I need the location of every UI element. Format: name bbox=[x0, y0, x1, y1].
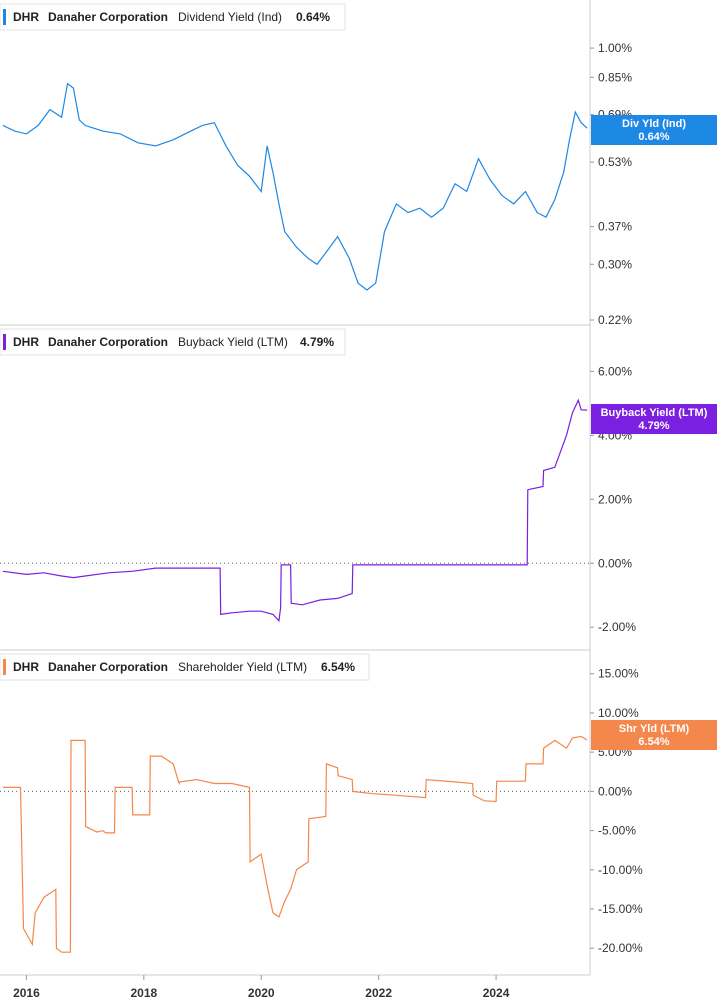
shareholder-y-tick-label: 0.00% bbox=[598, 784, 632, 798]
x-tick-label: 2020 bbox=[248, 986, 275, 1000]
dividend-legend-ticker: DHR bbox=[13, 10, 39, 24]
shareholder-badge-value: 6.54% bbox=[638, 736, 669, 748]
shareholder-y-tick-label: -20.00% bbox=[598, 941, 643, 955]
dividend-y-tick-label: 0.53% bbox=[598, 155, 632, 169]
shareholder-panel: 15.00%10.00%5.00%0.00%-5.00%-10.00%-15.0… bbox=[0, 653, 717, 955]
x-tick-label: 2016 bbox=[13, 986, 40, 1000]
buyback-legend-swatch bbox=[3, 334, 6, 350]
x-tick-label: 2018 bbox=[130, 986, 157, 1000]
shareholder-y-ticks: 15.00%10.00%5.00%0.00%-5.00%-10.00%-15.0… bbox=[590, 667, 643, 955]
dividend-y-ticks: 1.00%0.85%0.69%0.53%0.37%0.30%0.22% bbox=[590, 41, 632, 327]
dividend-panel: 1.00%0.85%0.69%0.53%0.37%0.30%0.22% DHR … bbox=[0, 3, 717, 327]
dividend-y-tick-label: 0.30% bbox=[598, 257, 632, 271]
buyback-legend-ticker: DHR bbox=[13, 335, 39, 349]
shareholder-legend-ticker: DHR bbox=[13, 660, 39, 674]
x-tick-label: 2024 bbox=[483, 986, 510, 1000]
shareholder-legend-metric: Shareholder Yield (LTM) bbox=[178, 660, 307, 674]
buyback-legend-metric: Buyback Yield (LTM) bbox=[178, 335, 288, 349]
buyback-legend-value: 4.79% bbox=[300, 335, 334, 349]
dividend-y-tick-label: 0.37% bbox=[598, 220, 632, 234]
buyback-badge-value: 4.79% bbox=[638, 420, 669, 432]
dividend-badge-value: 0.64% bbox=[638, 131, 669, 143]
buyback-y-tick-label: -2.00% bbox=[598, 620, 636, 634]
shareholder-legend: DHR Danaher Corporation Shareholder Yiel… bbox=[0, 653, 370, 681]
buyback-yield-line bbox=[2, 398, 588, 623]
x-tick-label: 2022 bbox=[365, 986, 392, 1000]
shareholder-legend-swatch bbox=[3, 659, 6, 675]
dividend-y-tick-label: 0.22% bbox=[598, 313, 632, 327]
shareholder-badge: Shr Yld (LTM) 6.54% bbox=[591, 720, 717, 750]
dividend-legend-swatch bbox=[3, 9, 6, 25]
shareholder-y-tick-label: -15.00% bbox=[598, 902, 643, 916]
dividend-legend-value: 0.64% bbox=[296, 10, 330, 24]
shareholder-legend-value: 6.54% bbox=[321, 660, 355, 674]
dividend-yield-line bbox=[2, 82, 588, 291]
shareholder-y-tick-label: -10.00% bbox=[598, 863, 643, 877]
dividend-y-tick-label: 0.85% bbox=[598, 70, 632, 84]
dividend-legend-company: Danaher Corporation bbox=[48, 10, 168, 24]
buyback-y-tick-label: 6.00% bbox=[598, 364, 632, 378]
shareholder-yield-line bbox=[2, 735, 588, 953]
buyback-legend: DHR Danaher Corporation Buyback Yield (L… bbox=[0, 328, 346, 356]
dividend-legend-metric: Dividend Yield (Ind) bbox=[178, 10, 282, 24]
buyback-panel: 6.00%4.00%2.00%0.00%-2.00% DHR Danaher C… bbox=[0, 328, 717, 634]
dividend-badge: Div Yld (Ind) 0.64% bbox=[591, 115, 717, 145]
buyback-y-tick-label: 2.00% bbox=[598, 492, 632, 506]
x-axis: 2016 2018 2020 2022 2024 bbox=[13, 975, 510, 1000]
dividend-y-tick-label: 1.00% bbox=[598, 41, 632, 55]
buyback-badge-label: Buyback Yield (LTM) bbox=[601, 407, 708, 419]
dividend-badge-label: Div Yld (Ind) bbox=[622, 118, 686, 130]
yield-charts: 1.00%0.85%0.69%0.53%0.37%0.30%0.22% DHR … bbox=[0, 0, 717, 1000]
buyback-y-tick-label: 0.00% bbox=[598, 556, 632, 570]
shareholder-y-tick-label: 15.00% bbox=[598, 667, 639, 681]
shareholder-badge-label: Shr Yld (LTM) bbox=[619, 723, 690, 735]
buyback-legend-company: Danaher Corporation bbox=[48, 335, 168, 349]
shareholder-legend-company: Danaher Corporation bbox=[48, 660, 168, 674]
dividend-legend: DHR Danaher Corporation Dividend Yield (… bbox=[0, 3, 346, 31]
shareholder-y-tick-label: 10.00% bbox=[598, 706, 639, 720]
shareholder-y-tick-label: -5.00% bbox=[598, 824, 636, 838]
buyback-badge: Buyback Yield (LTM) 4.79% bbox=[591, 404, 717, 434]
